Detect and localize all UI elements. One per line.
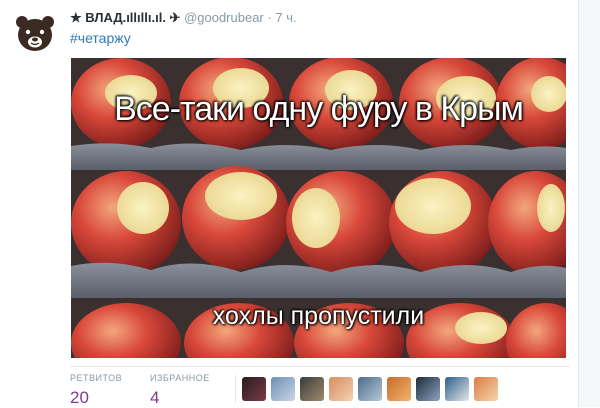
page-scroll-edge xyxy=(579,0,600,407)
retweets-label: РЕТВИТОВ xyxy=(70,373,123,383)
favorites-count[interactable]: 4 xyxy=(150,388,210,408)
author-handle[interactable]: @goodrubear xyxy=(184,10,264,25)
favoriter-avatar[interactable] xyxy=(271,377,295,401)
bear-face-icon xyxy=(16,16,54,51)
favoriter-avatar[interactable] xyxy=(358,377,382,401)
favoriter-avatar[interactable] xyxy=(242,377,266,401)
favoriter-avatar[interactable] xyxy=(445,377,469,401)
photo-caption-top: Все-таки одну фуру в Крым xyxy=(114,90,524,128)
favoriter-avatar[interactable] xyxy=(474,377,498,401)
stats-divider xyxy=(235,375,236,403)
tweet-header: ★ ВЛАД.ıllıllı.ıl. ✈ @goodrubear · 7 ч. xyxy=(70,9,297,27)
favoriter-avatar[interactable] xyxy=(416,377,440,401)
header-separator: · xyxy=(267,10,272,25)
tweet-stats: РЕТВИТОВ 20 ИЗБРАННОЕ 4 xyxy=(70,366,570,408)
photo-caption-bottom: хохлы пропустили xyxy=(212,302,425,330)
favorites-stat[interactable]: ИЗБРАННОЕ 4 xyxy=(150,373,210,408)
retweets-stat[interactable]: РЕТВИТОВ 20 xyxy=(70,373,122,408)
favorites-label: ИЗБРАННОЕ xyxy=(150,373,210,383)
tweet-photo[interactable]: Все-таки одну фуру в Крым хохлы пропусти… xyxy=(71,58,566,358)
tweet-card: ★ ВЛАД.ıllıllı.ıl. ✈ @goodrubear · 7 ч. … xyxy=(0,0,579,407)
tweet-timestamp[interactable]: 7 ч. xyxy=(275,10,296,25)
favoriter-avatar[interactable] xyxy=(300,377,324,401)
author-avatar[interactable] xyxy=(13,14,57,54)
favoriter-avatar[interactable] xyxy=(329,377,353,401)
hashtag-link[interactable]: #четаржу xyxy=(70,29,131,47)
favoriter-avatar[interactable] xyxy=(387,377,411,401)
retweets-count[interactable]: 20 xyxy=(70,388,122,408)
author-name[interactable]: ★ ВЛАД.ıllıllı.ıl. ✈ xyxy=(70,10,180,25)
